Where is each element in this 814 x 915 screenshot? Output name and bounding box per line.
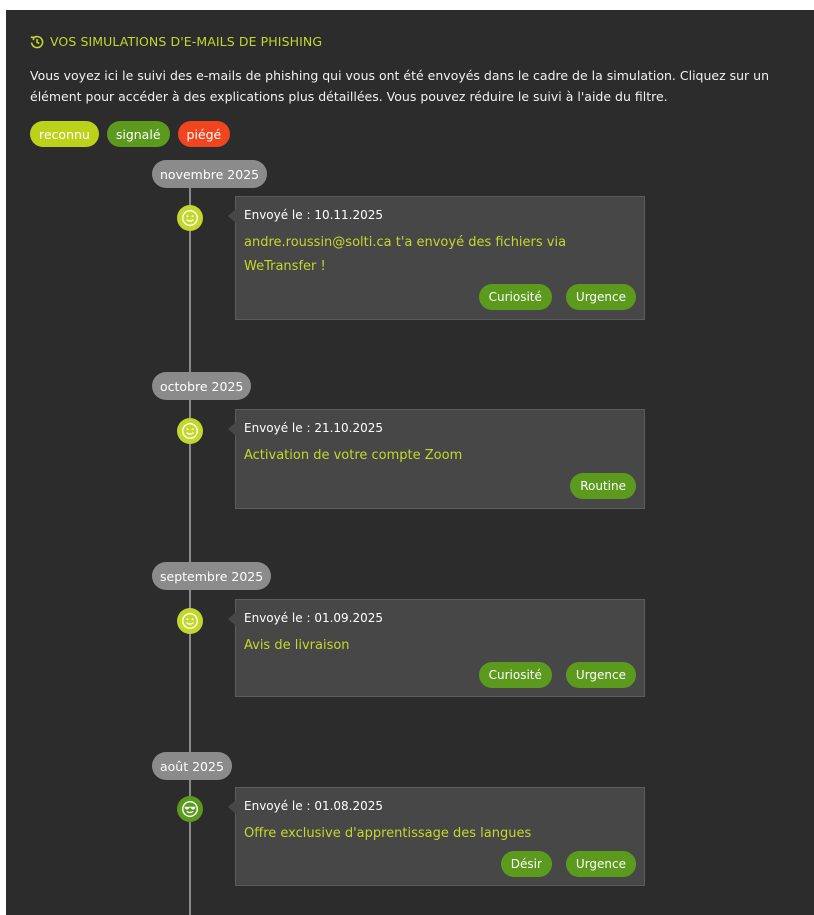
month-label: août 2025 — [152, 752, 232, 780]
email-subject: Activation de votre compte Zoom — [244, 448, 463, 463]
email-subject: Avis de livraison — [244, 638, 350, 653]
email-subject: Offre exclusive d'apprentissage des lang… — [244, 826, 532, 841]
sent-date: Envoyé le : 01.08.2025 — [244, 799, 384, 813]
tags: Routine — [570, 473, 636, 499]
month-label: octobre 2025 — [152, 372, 252, 400]
tags: Curiosité Urgence — [478, 662, 636, 688]
tag-urgence: Urgence — [565, 851, 636, 877]
tag-urgence: Urgence — [565, 662, 636, 688]
tags: Désir Urgence — [500, 851, 636, 877]
tags: Curiosité Urgence — [478, 284, 636, 310]
sent-date: Envoyé le : 01.09.2025 — [244, 611, 384, 625]
smiley-icon — [177, 608, 203, 634]
tag-curiosite: Curiosité — [478, 284, 552, 310]
section-header: VOS SIMULATIONS D'E-MAILS DE PHISHING — [30, 34, 322, 49]
phishing-simulations-panel: VOS SIMULATIONS D'E-MAILS DE PHISHING Vo… — [6, 10, 814, 915]
email-card[interactable]: Envoyé le : 01.09.2025 Avis de livraison… — [228, 599, 645, 697]
month-label: novembre 2025 — [152, 160, 268, 188]
history-icon — [30, 35, 44, 49]
tag-desir: Désir — [500, 851, 552, 877]
sent-date: Envoyé le : 10.11.2025 — [244, 208, 384, 222]
email-subject: andre.roussin@solti.ca t'a envoyé des fi… — [244, 235, 567, 274]
intro-text: Vous voyez ici le suivi des e-mails de p… — [30, 68, 770, 104]
sent-date: Envoyé le : 21.10.2025 — [244, 421, 384, 435]
smiley-icon — [177, 418, 203, 444]
filter-chip-reconnu[interactable]: reconnu — [30, 121, 99, 147]
email-card[interactable]: Envoyé le : 01.08.2025 Offre exclusive d… — [228, 787, 645, 886]
filter-chip-signale[interactable]: signalé — [106, 121, 170, 147]
email-card[interactable]: Envoyé le : 21.10.2025 Activation de vot… — [228, 409, 645, 509]
filter-chip-piege[interactable]: piégé — [177, 121, 231, 147]
filter-chips: reconnu signalé piégé — [30, 121, 231, 147]
tag-curiosite: Curiosité — [478, 662, 552, 688]
month-label: septembre 2025 — [152, 562, 272, 590]
sunglasses-smiley-icon — [177, 796, 203, 822]
tag-routine: Routine — [570, 473, 636, 499]
section-title: VOS SIMULATIONS D'E-MAILS DE PHISHING — [50, 34, 323, 49]
email-card[interactable]: Envoyé le : 10.11.2025 andre.roussin@sol… — [228, 196, 645, 320]
tag-urgence: Urgence — [565, 284, 636, 310]
smiley-icon — [177, 205, 203, 231]
